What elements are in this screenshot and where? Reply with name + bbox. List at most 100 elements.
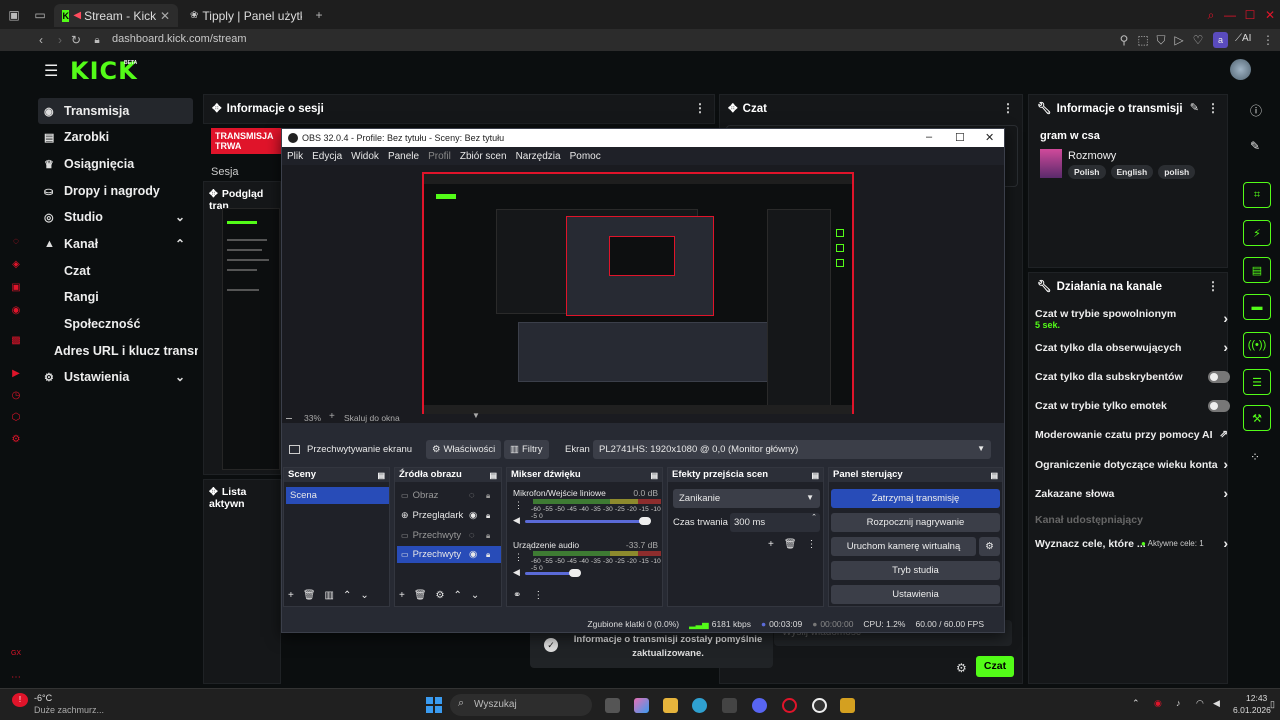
menu-item[interactable]: Panele (388, 151, 419, 162)
wifi-icon[interactable]: ◠ (1196, 698, 1204, 709)
lock-icon[interactable]: 🔒︎ (486, 491, 490, 501)
sidebar-strip-icon[interactable]: ⋯ (10, 672, 22, 684)
start-virtual-camera-button[interactable]: Uruchom kamerę wirtualną (831, 537, 976, 556)
source-item[interactable]: ⊕ Przeglądark ◉ 🔒︎ (397, 507, 501, 524)
maximize-window-icon[interactable]: ☐ (1242, 7, 1258, 23)
edit-icon[interactable]: ✎ (1190, 101, 1199, 114)
hidden-eye-icon[interactable]: ◌ (469, 490, 475, 501)
opera-gx-icon[interactable] (782, 698, 797, 713)
weather-desc[interactable]: Duże zachmurz... (34, 705, 104, 715)
speaker-icon[interactable]: ◀ (513, 567, 520, 578)
sidebar-item-zarobki[interactable]: ▤ Zarobki (38, 124, 193, 150)
edit-icon[interactable]: ✎ (1250, 139, 1260, 153)
sidebar-item-studio[interactable]: ◎ Studio ⌄ (38, 204, 193, 230)
hamburger-menu-icon[interactable]: ☰ (44, 61, 58, 81)
action-subscribers-only[interactable]: Czat tylko dla subskrybentów (1035, 371, 1230, 383)
quick-action-chat[interactable]: ▬ (1243, 294, 1271, 320)
quick-action-layout[interactable]: ☰ (1243, 369, 1271, 395)
action-emote-only[interactable]: Czat w trybie tylko emotek (1035, 400, 1230, 412)
source-item-selected[interactable]: ▭ Przechwyty ◉ 🔒︎ (397, 546, 501, 563)
settings-strip-icon[interactable]: ⚙ (10, 434, 22, 446)
toggle-switch[interactable] (1208, 400, 1230, 412)
browser-more-icon[interactable]: ⋮ (1260, 32, 1276, 48)
app-icon[interactable] (840, 698, 855, 713)
start-recording-button[interactable]: Rozpocznij nagrywanie (831, 513, 1000, 532)
sidebar-subitem-czat[interactable]: Czat (58, 258, 193, 284)
dock-undock-icon[interactable]: ▤ (990, 469, 998, 483)
task-view-icon[interactable] (605, 698, 620, 713)
zoom-in-icon[interactable]: + (329, 411, 335, 422)
transition-select[interactable]: Zanikanie ▼ (673, 489, 820, 508)
more-options-icon[interactable]: ⋮ (1207, 101, 1219, 115)
scene-item[interactable]: Scena (286, 487, 389, 504)
menu-item[interactable]: Narzędzia (516, 151, 561, 162)
discord-icon[interactable] (752, 698, 767, 713)
spin-up-icon[interactable]: ⌃ (811, 513, 817, 521)
volume-slider[interactable] (525, 517, 651, 525)
lock-icon[interactable]: 🔒︎ (486, 511, 490, 521)
more-options-icon[interactable]: ⋮ (694, 101, 706, 115)
arrow-down-icon[interactable]: ⌄ (471, 590, 479, 601)
shield-icon[interactable]: ⛉ (1153, 32, 1169, 48)
pin-icon[interactable]: ⚲ (1116, 32, 1132, 48)
tab-tipply[interactable]: ❀ Tipply | Panel użytkownika (182, 4, 310, 27)
sidebar-strip-icon[interactable]: ⬡ (10, 412, 22, 424)
action-followers-only[interactable]: Czat tylko dla obserwujących › (1035, 339, 1230, 355)
stream-preview-video[interactable] (222, 208, 280, 470)
quick-action-notes[interactable]: ▤ (1243, 257, 1271, 283)
kebab-icon[interactable]: ⋮ (514, 500, 523, 511)
edge-icon[interactable] (692, 698, 707, 713)
taskbar-search[interactable]: ⌕ Wyszukaj (450, 694, 592, 716)
kebab-icon[interactable]: ⋮ (514, 552, 523, 563)
notification-icon[interactable]: ▯ (1270, 699, 1275, 710)
drag-handle-icon[interactable]: ✥ (212, 103, 222, 115)
add-icon[interactable]: + (288, 590, 294, 601)
more-options-icon[interactable]: ⋮ (1002, 101, 1014, 115)
virtual-camera-settings-button[interactable]: ⚙ (979, 537, 1000, 556)
scale-mode[interactable]: Skaluj do okna (344, 413, 400, 423)
settings-button[interactable]: Ustawienia (831, 585, 1000, 604)
menu-item[interactable]: Profil (428, 151, 451, 162)
maximize-icon[interactable]: ☐ (955, 131, 965, 144)
sidebar-item-dropy[interactable]: ⛀ Dropy i nagrody (38, 178, 193, 204)
quick-action-clip[interactable]: ⌗ (1243, 182, 1271, 208)
arrow-up-icon[interactable]: ⌃ (343, 590, 351, 601)
heart-icon[interactable]: ♡ (1190, 32, 1206, 48)
play-icon[interactable]: ▷ (1171, 32, 1187, 48)
more-options-icon[interactable]: ⋮ (1207, 279, 1219, 293)
drag-handle-icon[interactable]: ✥ (209, 188, 218, 200)
drag-handle-icon[interactable]: ✥ (728, 103, 738, 115)
speaker-icon[interactable]: ◀ (513, 515, 520, 526)
info-icon[interactable]: ⓘ (1250, 102, 1262, 119)
link-icon[interactable]: ⚭ (513, 590, 521, 601)
sidebar-strip-icon[interactable]: ◈ (10, 259, 22, 271)
source-item[interactable]: ▭ Obraz ◌ 🔒︎ (397, 487, 501, 504)
action-goals[interactable]: Wyznacz cele, które ... ● Aktywne cele: 1… (1035, 535, 1230, 551)
dock-undock-icon[interactable]: ▤ (811, 469, 819, 483)
apps-icon[interactable]: ⁘ (1250, 450, 1260, 464)
menu-item[interactable]: Zbiór scen (460, 151, 507, 162)
properties-button[interactable]: ⚙ Właściwości (426, 440, 502, 459)
filter-icon[interactable]: ▥ (325, 590, 334, 601)
close-tab-icon[interactable]: ✕ (160, 9, 170, 23)
volume-icon[interactable]: ◀ (1213, 698, 1220, 709)
drag-handle-icon[interactable]: ✥ (209, 486, 218, 498)
minimize-icon[interactable]: – (926, 131, 932, 143)
dock-undock-icon[interactable]: ▤ (489, 469, 497, 483)
menu-item[interactable]: Plik (287, 151, 303, 162)
sidebar-strip-icon[interactable]: ◌ (10, 236, 22, 248)
studio-mode-button[interactable]: Tryb studia (831, 561, 1000, 580)
url-text[interactable]: dashboard.kick.com/stream (112, 33, 247, 45)
kebab-icon[interactable]: ⋮ (807, 539, 817, 550)
action-slow-mode[interactable]: Czat w trybie spowolnionym 5 sek. › (1035, 308, 1230, 330)
tray-app-icon[interactable]: ◉ (1154, 698, 1162, 709)
eye-icon[interactable]: ◉ (469, 510, 477, 521)
close-window-icon[interactable]: ✕ (1262, 7, 1278, 23)
action-banned-words[interactable]: Zakazane słowa › (1035, 485, 1230, 501)
obs-preview-canvas[interactable] (422, 172, 854, 414)
sidebar-strip-icon[interactable]: GX (10, 650, 22, 662)
quick-action-broadcast[interactable]: ((•)) (1243, 332, 1271, 358)
trash-icon[interactable]: 🗑︎ (784, 539, 797, 550)
dock-undock-icon[interactable]: ▤ (377, 469, 385, 483)
history-icon[interactable]: ◷ (10, 390, 22, 402)
